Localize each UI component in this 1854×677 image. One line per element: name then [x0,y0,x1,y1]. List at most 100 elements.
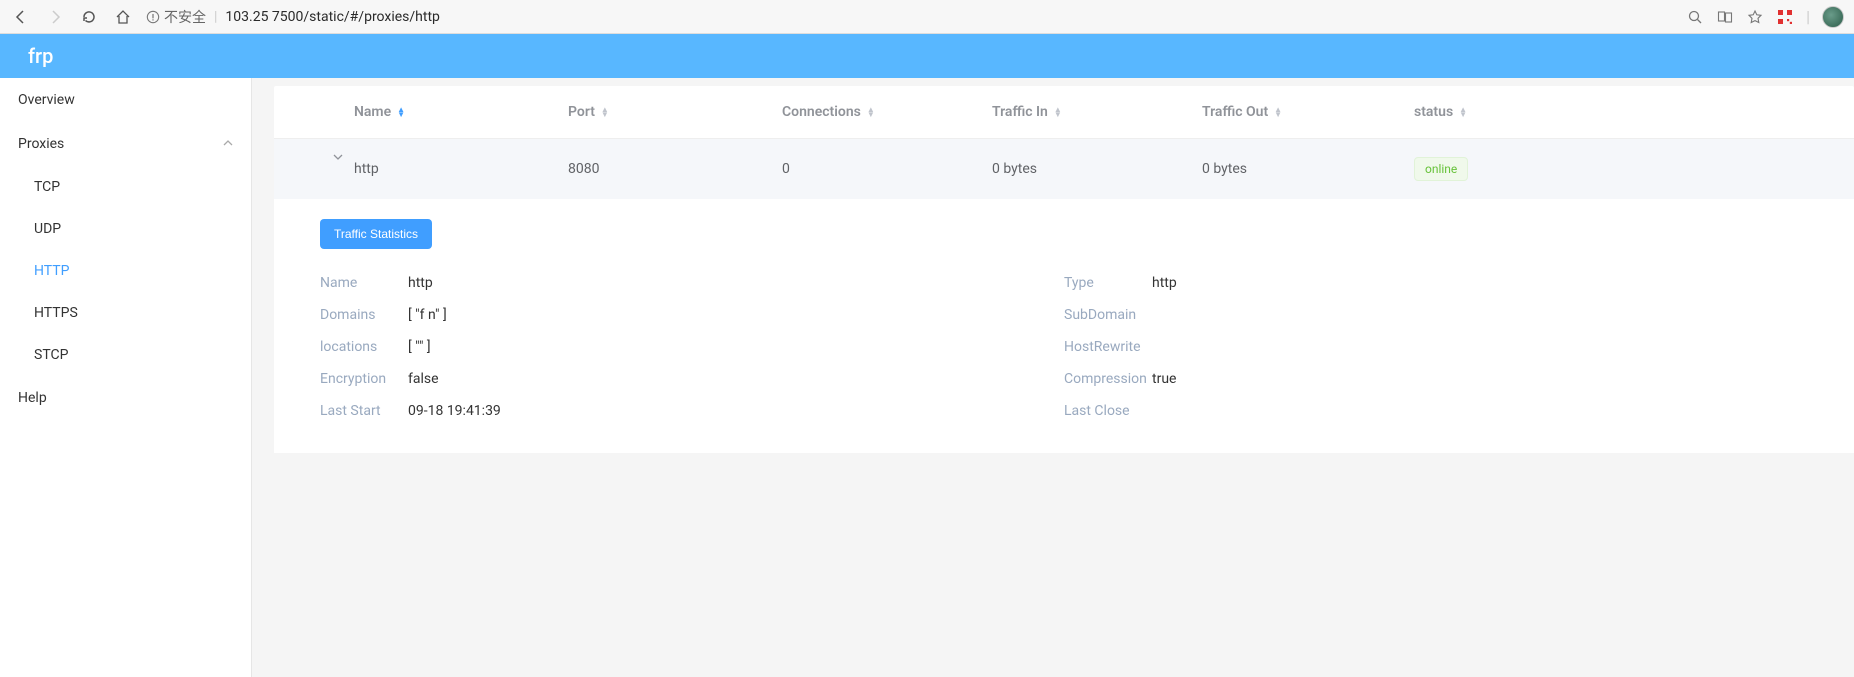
detail-col-right: Type http SubDomain HostRewrite Comp [1064,267,1808,427]
app-body: Overview Proxies TCP UDP HTTP HTTPS STCP… [0,78,1854,677]
sidebar-item-label: HTTPS [34,305,78,321]
sidebar-item-label: UDP [34,221,61,237]
sidebar-item-http[interactable]: HTTP [0,250,251,292]
sort-icon: ▲▼ [601,107,609,117]
translate-icon[interactable] [1716,8,1734,26]
sidebar-item-proxies[interactable]: Proxies [0,122,251,166]
favorite-icon[interactable] [1746,8,1764,26]
chrome-right: | [1686,6,1844,28]
col-header-traffic-in[interactable]: Traffic In ▲▼ [992,104,1202,120]
detail-label: Domains [320,307,408,323]
row-details: Traffic Statistics Name http Domains [ "… [274,199,1854,453]
table-header-row: Name ▲▼ Port ▲▼ Connections ▲▼ Traffic I… [274,86,1854,139]
cell-status: online [1414,157,1808,181]
cell-traffic-out: 0 bytes [1202,161,1414,177]
insecure-badge: 不安全 [146,7,206,27]
col-header-name[interactable]: Name ▲▼ [354,104,568,120]
detail-label: locations [320,339,408,355]
sort-icon: ▲▼ [1459,107,1467,117]
col-label: Name [354,104,391,120]
cell-name: http [354,161,568,177]
detail-value: [ "f n" ] [408,307,447,323]
col-label: status [1414,104,1453,120]
sidebar-item-udp[interactable]: UDP [0,208,251,250]
detail-row-type: Type http [1064,267,1808,299]
col-header-port[interactable]: Port ▲▼ [568,104,782,120]
avatar[interactable] [1822,6,1844,28]
app-header: frp [0,34,1854,78]
browser-chrome: 不安全 | 103.25 7500/static/#/proxies/http … [0,0,1854,34]
sidebar: Overview Proxies TCP UDP HTTP HTTPS STCP… [0,78,252,677]
detail-label: Name [320,275,408,291]
detail-col-left: Name http Domains [ "f n" ] locations [ … [320,267,1064,427]
cell-traffic-in: 0 bytes [992,161,1202,177]
sidebar-item-stcp[interactable]: STCP [0,334,251,376]
detail-grid: Name http Domains [ "f n" ] locations [ … [320,267,1808,427]
col-label: Traffic Out [1202,104,1268,120]
detail-label: Type [1064,275,1152,291]
sidebar-item-label: STCP [34,347,68,363]
detail-row-hostrewrite: HostRewrite [1064,331,1808,363]
expand-toggle[interactable] [320,161,354,177]
qr-icon[interactable] [1776,8,1794,26]
detail-value: http [408,275,433,291]
url-bar[interactable]: 不安全 | 103.25 7500/static/#/proxies/http [146,0,1396,33]
chevron-down-icon [329,152,345,186]
col-label: Port [568,104,595,120]
detail-row-last-close: Last Close [1064,395,1808,427]
detail-value: [ "" ] [408,339,431,355]
refresh-button[interactable] [78,6,100,28]
sidebar-item-https[interactable]: HTTPS [0,292,251,334]
sort-icon: ▲▼ [1054,107,1062,117]
detail-row-domains: Domains [ "f n" ] [320,299,1064,331]
chrome-separator: | [1806,7,1810,26]
url-separator: | [214,9,217,25]
forward-button[interactable] [44,6,66,28]
main-content: Name ▲▼ Port ▲▼ Connections ▲▼ Traffic I… [252,78,1854,677]
insecure-label: 不安全 [164,7,206,27]
detail-value: 09-18 19:41:39 [408,403,501,419]
col-header-connections[interactable]: Connections ▲▼ [782,104,992,120]
search-icon[interactable] [1686,8,1704,26]
sidebar-item-help[interactable]: Help [0,376,251,420]
proxies-table: Name ▲▼ Port ▲▼ Connections ▲▼ Traffic I… [274,86,1854,453]
chevron-up-icon [223,136,233,152]
detail-value: true [1152,371,1176,387]
cell-connections: 0 [782,161,992,177]
sidebar-item-label: Help [18,390,47,406]
detail-row-locations: locations [ "" ] [320,331,1064,363]
detail-row-name: Name http [320,267,1064,299]
sort-icon: ▲▼ [397,107,405,117]
url-text: 103.25 7500/static/#/proxies/http [225,9,439,25]
detail-value: false [408,371,439,387]
sidebar-item-overview[interactable]: Overview [0,78,251,122]
detail-label: Encryption [320,371,408,387]
sidebar-item-label: Proxies [18,136,64,152]
detail-label: HostRewrite [1064,339,1152,355]
detail-row-last-start: Last Start 09-18 19:41:39 [320,395,1064,427]
brand-label: frp [28,44,53,68]
col-label: Connections [782,104,861,120]
col-header-traffic-out[interactable]: Traffic Out ▲▼ [1202,104,1414,120]
status-badge: online [1414,157,1468,181]
detail-label: Last Start [320,403,408,419]
back-button[interactable] [10,6,32,28]
sidebar-item-tcp[interactable]: TCP [0,166,251,208]
detail-row-compression: Compression true [1064,363,1808,395]
sidebar-item-label: HTTP [34,263,69,279]
detail-row-encryption: Encryption false [320,363,1064,395]
col-expand [320,104,354,120]
traffic-statistics-button[interactable]: Traffic Statistics [320,219,432,249]
sort-icon: ▲▼ [1274,107,1282,117]
sidebar-item-label: TCP [34,179,60,195]
cell-port: 8080 [568,161,782,177]
detail-label: Compression [1064,371,1152,387]
detail-value: http [1152,275,1177,291]
sidebar-item-label: Overview [18,92,75,108]
home-button[interactable] [112,6,134,28]
detail-label: SubDomain [1064,307,1152,323]
detail-row-subdomain: SubDomain [1064,299,1808,331]
col-label: Traffic In [992,104,1048,120]
col-header-status[interactable]: status ▲▼ [1414,104,1808,120]
table-row[interactable]: http 8080 0 0 bytes 0 bytes online [274,139,1854,199]
